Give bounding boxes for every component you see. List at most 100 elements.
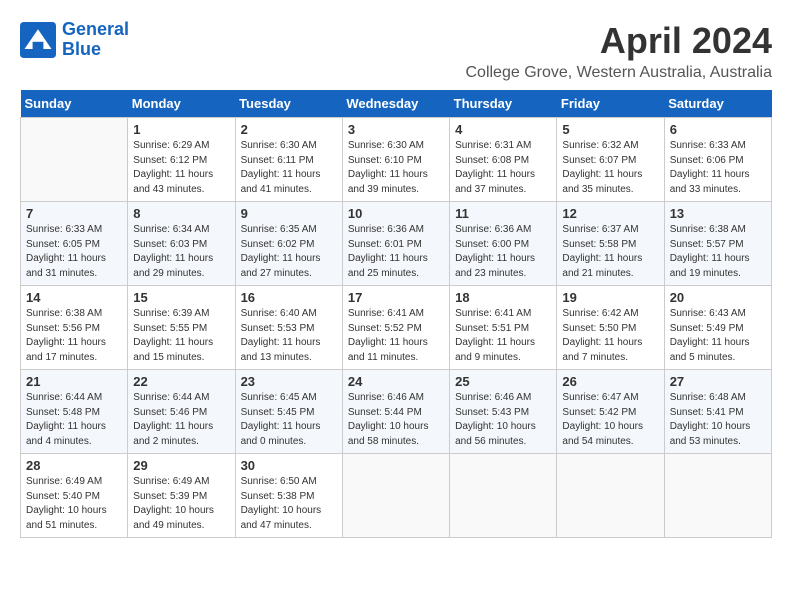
calendar-table: Sunday Monday Tuesday Wednesday Thursday… [20, 90, 772, 538]
day-number: 22 [133, 374, 229, 389]
day-number: 25 [455, 374, 551, 389]
day-info: Sunrise: 6:41 AMSunset: 5:52 PMDaylight:… [348, 307, 444, 365]
day-number: 16 [241, 290, 337, 305]
calendar-cell: 14 Sunrise: 6:38 AMSunset: 5:56 PMDayligh… [21, 286, 128, 370]
calendar-cell: 27Sunrise: 6:48 AMSunset: 5:41 PMDayligh… [664, 370, 771, 454]
calendar-cell: 21Sunrise: 6:44 AMSunset: 5:48 PMDayligh… [21, 370, 128, 454]
logo-line2: Blue [62, 39, 101, 59]
week-row-5: 28 Sunrise: 6:49 AMSunset: 5:40 PMDayligh… [21, 454, 772, 538]
day-number: 29 [133, 458, 229, 473]
day-number: 2 [241, 122, 337, 137]
title-block: April 2024 College Grove, Western Austra… [465, 20, 772, 82]
calendar-cell: 6Sunrise: 6:33 AMSunset: 6:06 PMDaylight… [664, 118, 771, 202]
day-info: Sunrise: 6:49 AMSunset: 5:40 PMDaylight:… [26, 475, 122, 533]
day-info: Sunrise: 6:30 AMSunset: 6:10 PMDaylight:… [348, 139, 444, 197]
month-title: April 2024 [465, 20, 772, 62]
day-number: 7 [26, 206, 122, 221]
day-info: Sunrise: 6:38 AMSunset: 5:56 PMDaylight:… [26, 307, 122, 365]
day-info: Sunrise: 6:37 AMSunset: 5:58 PMDaylight:… [562, 223, 658, 281]
day-number: 15 [133, 290, 229, 305]
calendar-cell: 10Sunrise: 6:36 AMSunset: 6:01 PMDayligh… [342, 202, 449, 286]
logo: General Blue [20, 20, 129, 60]
calendar-cell: 20 Sunrise: 6:43 AMSunset: 5:49 PMDayligh… [664, 286, 771, 370]
day-number: 30 [241, 458, 337, 473]
day-number: 11 [455, 206, 551, 221]
calendar-cell: 15 Sunrise: 6:39 AMSunset: 5:55 PMDayligh… [128, 286, 235, 370]
calendar-cell [557, 454, 664, 538]
day-number: 3 [348, 122, 444, 137]
col-saturday: Saturday [664, 90, 771, 118]
calendar-cell: 1Sunrise: 6:29 AMSunset: 6:12 PMDaylight… [128, 118, 235, 202]
day-number: 23 [241, 374, 337, 389]
day-info: Sunrise: 6:40 AMSunset: 5:53 PMDaylight:… [241, 307, 337, 365]
day-info: Sunrise: 6:41 AMSunset: 5:51 PMDaylight:… [455, 307, 551, 365]
col-monday: Monday [128, 90, 235, 118]
day-info: Sunrise: 6:34 AMSunset: 6:03 PMDaylight:… [133, 223, 229, 281]
day-number: 26 [562, 374, 658, 389]
calendar-cell: 23 Sunrise: 6:45 AMSunset: 5:45 PMDayligh… [235, 370, 342, 454]
calendar-cell: 24 Sunrise: 6:46 AMSunset: 5:44 PMDayligh… [342, 370, 449, 454]
day-info: Sunrise: 6:33 AMSunset: 6:05 PMDaylight:… [26, 223, 122, 281]
day-number: 8 [133, 206, 229, 221]
calendar-cell [450, 454, 557, 538]
day-info: Sunrise: 6:33 AMSunset: 6:06 PMDaylight:… [670, 139, 766, 197]
calendar-cell: 3 Sunrise: 6:30 AMSunset: 6:10 PMDaylight… [342, 118, 449, 202]
calendar-cell: 11 Sunrise: 6:36 AMSunset: 6:00 PMDayligh… [450, 202, 557, 286]
day-number: 20 [670, 290, 766, 305]
calendar-cell: 19Sunrise: 6:42 AMSunset: 5:50 PMDayligh… [557, 286, 664, 370]
day-info: Sunrise: 6:47 AMSunset: 5:42 PMDaylight:… [562, 391, 658, 449]
day-number: 14 [26, 290, 122, 305]
calendar-header: Sunday Monday Tuesday Wednesday Thursday… [21, 90, 772, 118]
calendar-cell [664, 454, 771, 538]
calendar-cell: 30 Sunrise: 6:50 AMSunset: 5:38 PMDayligh… [235, 454, 342, 538]
day-info: Sunrise: 6:44 AMSunset: 5:48 PMDaylight:… [26, 391, 122, 449]
day-info: Sunrise: 6:46 AMSunset: 5:44 PMDaylight:… [348, 391, 444, 449]
week-row-4: 21Sunrise: 6:44 AMSunset: 5:48 PMDayligh… [21, 370, 772, 454]
day-number: 9 [241, 206, 337, 221]
day-number: 28 [26, 458, 122, 473]
logo-line1: General [62, 19, 129, 39]
page-header: General Blue April 2024 College Grove, W… [20, 20, 772, 82]
col-friday: Friday [557, 90, 664, 118]
calendar-cell: 28 Sunrise: 6:49 AMSunset: 5:40 PMDayligh… [21, 454, 128, 538]
day-number: 17 [348, 290, 444, 305]
day-number: 13 [670, 206, 766, 221]
day-info: Sunrise: 6:45 AMSunset: 5:45 PMDaylight:… [241, 391, 337, 449]
day-info: Sunrise: 6:46 AMSunset: 5:43 PMDaylight:… [455, 391, 551, 449]
day-info: Sunrise: 6:31 AMSunset: 6:08 PMDaylight:… [455, 139, 551, 197]
col-tuesday: Tuesday [235, 90, 342, 118]
calendar-cell: 18 Sunrise: 6:41 AMSunset: 5:51 PMDayligh… [450, 286, 557, 370]
location-title: College Grove, Western Australia, Austra… [465, 64, 772, 82]
day-info: Sunrise: 6:36 AMSunset: 6:00 PMDaylight:… [455, 223, 551, 281]
day-info: Sunrise: 6:32 AMSunset: 6:07 PMDaylight:… [562, 139, 658, 197]
week-row-1: 1Sunrise: 6:29 AMSunset: 6:12 PMDaylight… [21, 118, 772, 202]
calendar-cell: 26 Sunrise: 6:47 AMSunset: 5:42 PMDayligh… [557, 370, 664, 454]
day-info: Sunrise: 6:48 AMSunset: 5:41 PMDaylight:… [670, 391, 766, 449]
header-row: Sunday Monday Tuesday Wednesday Thursday… [21, 90, 772, 118]
calendar-cell: 4Sunrise: 6:31 AMSunset: 6:08 PMDaylight… [450, 118, 557, 202]
week-row-2: 7 Sunrise: 6:33 AMSunset: 6:05 PMDaylight… [21, 202, 772, 286]
day-info: Sunrise: 6:36 AMSunset: 6:01 PMDaylight:… [348, 223, 444, 281]
day-info: Sunrise: 6:50 AMSunset: 5:38 PMDaylight:… [241, 475, 337, 533]
day-info: Sunrise: 6:39 AMSunset: 5:55 PMDaylight:… [133, 307, 229, 365]
calendar-cell: 22Sunrise: 6:44 AMSunset: 5:46 PMDayligh… [128, 370, 235, 454]
day-info: Sunrise: 6:29 AMSunset: 6:12 PMDaylight:… [133, 139, 229, 197]
week-row-3: 14 Sunrise: 6:38 AMSunset: 5:56 PMDayligh… [21, 286, 772, 370]
day-info: Sunrise: 6:38 AMSunset: 5:57 PMDaylight:… [670, 223, 766, 281]
calendar-cell: 12Sunrise: 6:37 AMSunset: 5:58 PMDayligh… [557, 202, 664, 286]
day-number: 24 [348, 374, 444, 389]
calendar-cell [342, 454, 449, 538]
day-number: 19 [562, 290, 658, 305]
calendar-cell: 8 Sunrise: 6:34 AMSunset: 6:03 PMDaylight… [128, 202, 235, 286]
day-info: Sunrise: 6:43 AMSunset: 5:49 PMDaylight:… [670, 307, 766, 365]
col-wednesday: Wednesday [342, 90, 449, 118]
logo-text: General Blue [62, 20, 129, 60]
calendar-cell: 5Sunrise: 6:32 AMSunset: 6:07 PMDaylight… [557, 118, 664, 202]
calendar-cell [21, 118, 128, 202]
calendar-cell: 25 Sunrise: 6:46 AMSunset: 5:43 PMDayligh… [450, 370, 557, 454]
col-thursday: Thursday [450, 90, 557, 118]
logo-icon [20, 22, 56, 58]
day-number: 18 [455, 290, 551, 305]
calendar-body: 1Sunrise: 6:29 AMSunset: 6:12 PMDaylight… [21, 118, 772, 538]
day-info: Sunrise: 6:30 AMSunset: 6:11 PMDaylight:… [241, 139, 337, 197]
